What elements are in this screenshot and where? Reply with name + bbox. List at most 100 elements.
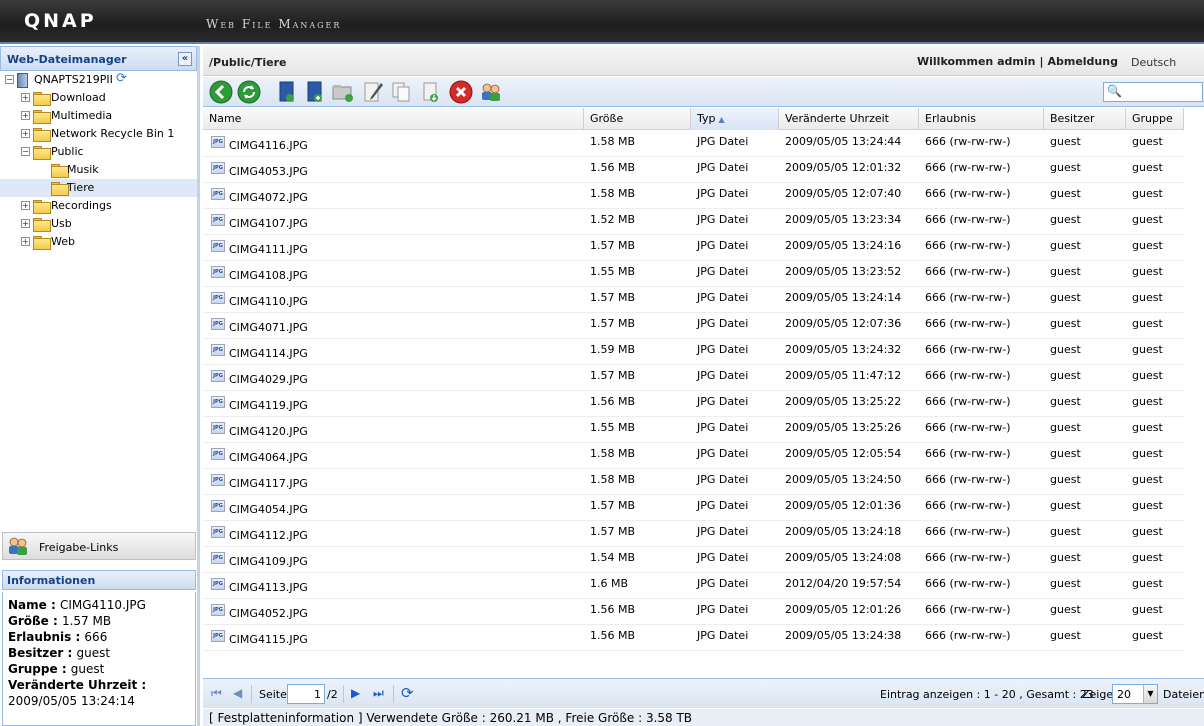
table-row[interactable]: JPG CIMG4113.JPG 1.6 MB JPG Datei 2012/04/20… bbox=[203, 573, 1184, 599]
table-row[interactable]: JPG CIMG4072.JPG 1.58 MB JPG Datei 2009/05/0… bbox=[203, 183, 1184, 209]
cell-name[interactable]: CIMG4107.JPG bbox=[229, 217, 308, 230]
expand-icon[interactable]: + bbox=[21, 111, 30, 120]
table-row[interactable]: JPG CIMG4120.JPG 1.55 MB JPG Datei 2009/05/0… bbox=[203, 417, 1184, 443]
table-row[interactable]: JPG CIMG4109.JPG 1.54 MB JPG Datei 2009/05/0… bbox=[203, 547, 1184, 573]
column-header-modified[interactable]: Veränderte Uhrzeit bbox=[779, 108, 919, 130]
next-page-icon[interactable]: ▶ bbox=[351, 686, 360, 700]
new-folder-icon[interactable] bbox=[331, 80, 355, 104]
language-selector[interactable]: Deutsch bbox=[1131, 56, 1176, 69]
cell-name[interactable]: CIMG4054.JPG bbox=[229, 503, 308, 516]
cell-group: guest bbox=[1132, 525, 1163, 538]
refresh-icon[interactable] bbox=[237, 80, 261, 104]
rename-icon[interactable] bbox=[361, 80, 385, 104]
delete-icon[interactable] bbox=[449, 80, 473, 104]
cell-name[interactable]: CIMG4052.JPG bbox=[229, 607, 308, 620]
cell-name[interactable]: CIMG4112.JPG bbox=[229, 529, 308, 542]
table-row[interactable]: JPG CIMG4071.JPG 1.57 MB JPG Datei 2009/05/0… bbox=[203, 313, 1184, 339]
refresh-icon[interactable]: ⟳ bbox=[401, 684, 414, 702]
cell-name[interactable]: CIMG4053.JPG bbox=[229, 165, 308, 178]
table-row[interactable]: JPG CIMG4110.JPG 1.57 MB JPG Datei 2009/05/0… bbox=[203, 287, 1184, 313]
expand-icon[interactable]: + bbox=[21, 93, 30, 102]
tree-item-musik[interactable]: Musik bbox=[0, 161, 197, 179]
cell-name[interactable]: CIMG4117.JPG bbox=[229, 477, 308, 490]
table-row[interactable]: JPG CIMG4108.JPG 1.55 MB JPG Datei 2009/05/0… bbox=[203, 261, 1184, 287]
cell-name[interactable]: CIMG4071.JPG bbox=[229, 321, 308, 334]
table-row[interactable]: JPG CIMG4111.JPG 1.57 MB JPG Datei 2009/05/0… bbox=[203, 235, 1184, 261]
column-header-type[interactable]: Typ ▲ bbox=[691, 108, 779, 130]
column-header-permission[interactable]: Erlaubnis bbox=[919, 108, 1044, 130]
copy-icon[interactable] bbox=[389, 80, 413, 104]
table-row[interactable]: JPG CIMG4114.JPG 1.59 MB JPG Datei 2009/05/0… bbox=[203, 339, 1184, 365]
cell-name[interactable]: CIMG4120.JPG bbox=[229, 425, 308, 438]
cell-name[interactable]: CIMG4111.JPG bbox=[229, 243, 308, 256]
tree-item-multimedia[interactable]: + Multimedia bbox=[0, 107, 197, 125]
search-input[interactable]: 🔍 bbox=[1103, 82, 1203, 102]
expand-icon[interactable]: + bbox=[21, 201, 30, 210]
table-row[interactable]: JPG CIMG4115.JPG 1.56 MB JPG Datei 2009/05/0… bbox=[203, 625, 1184, 651]
cell-name[interactable]: CIMG4108.JPG bbox=[229, 269, 308, 282]
table-row[interactable]: JPG CIMG4116.JPG 1.58 MB JPG Datei 2009/05/0… bbox=[203, 131, 1184, 157]
cell-modified: 2012/04/20 19:57:54 bbox=[785, 577, 902, 590]
cell-name[interactable]: CIMG4115.JPG bbox=[229, 633, 308, 646]
cell-name[interactable]: CIMG4072.JPG bbox=[229, 191, 308, 204]
search-icon: 🔍 bbox=[1107, 84, 1122, 98]
tree-item-usb[interactable]: + Usb bbox=[0, 215, 197, 233]
expand-icon[interactable]: + bbox=[21, 129, 30, 138]
column-header-name[interactable]: Name bbox=[203, 108, 584, 130]
cell-name[interactable]: CIMG4109.JPG bbox=[229, 555, 308, 568]
tree-item-web[interactable]: + Web bbox=[0, 233, 197, 251]
chevron-down-icon[interactable]: ▼ bbox=[1143, 685, 1157, 703]
folder-icon bbox=[33, 128, 51, 142]
cell-name[interactable]: CIMG4064.JPG bbox=[229, 451, 308, 464]
tree-item-label: Musik bbox=[67, 163, 99, 176]
download-icon[interactable] bbox=[419, 80, 443, 104]
expand-icon[interactable]: + bbox=[21, 237, 30, 246]
page-number-input[interactable] bbox=[287, 684, 325, 704]
column-header-label: Veränderte Uhrzeit bbox=[785, 112, 889, 125]
tree-item-public[interactable]: − Public bbox=[0, 143, 197, 161]
column-header-group[interactable]: Gruppe bbox=[1126, 108, 1184, 130]
column-header-owner[interactable]: Besitzer bbox=[1044, 108, 1126, 130]
table-row[interactable]: JPG CIMG4112.JPG 1.57 MB JPG Datei 2009/05/0… bbox=[203, 521, 1184, 547]
collapse-icon[interactable]: − bbox=[21, 147, 30, 156]
table-row[interactable]: JPG CIMG4054.JPG 1.57 MB JPG Datei 2009/05/0… bbox=[203, 495, 1184, 521]
back-icon[interactable] bbox=[209, 80, 233, 104]
tree-item-download[interactable]: + Download bbox=[0, 89, 197, 107]
table-row[interactable]: JPG CIMG4053.JPG 1.56 MB JPG Datei 2009/05/0… bbox=[203, 157, 1184, 183]
column-header-size[interactable]: Größe bbox=[584, 108, 691, 130]
table-row[interactable]: JPG CIMG4029.JPG 1.57 MB JPG Datei 2009/05/0… bbox=[203, 365, 1184, 391]
share-link-icon[interactable] bbox=[479, 80, 503, 104]
table-row[interactable]: JPG CIMG4107.JPG 1.52 MB JPG Datei 2009/05/0… bbox=[203, 209, 1184, 235]
cell-owner: guest bbox=[1050, 135, 1081, 148]
server-icon bbox=[17, 73, 28, 88]
collapse-icon[interactable]: − bbox=[5, 75, 14, 84]
tree-item-recordings[interactable]: + Recordings bbox=[0, 197, 197, 215]
expand-icon[interactable]: + bbox=[21, 219, 30, 228]
table-row[interactable]: JPG CIMG4119.JPG 1.56 MB JPG Datei 2009/05/0… bbox=[203, 391, 1184, 417]
cell-name[interactable]: CIMG4114.JPG bbox=[229, 347, 308, 360]
folder-icon bbox=[33, 110, 51, 124]
share-links-button[interactable]: Freigabe-Links bbox=[2, 532, 196, 560]
cell-owner: guest bbox=[1050, 369, 1081, 382]
first-page-icon[interactable]: ⏮ bbox=[211, 686, 222, 701]
collapse-sidebar-button[interactable]: « bbox=[178, 52, 192, 66]
new-share-icon[interactable] bbox=[275, 80, 299, 104]
per-page-select[interactable]: 20 ▼ bbox=[1112, 684, 1158, 704]
tree-item-tiere[interactable]: Tiere bbox=[0, 179, 197, 197]
tree-item-network-recycle-bin-1[interactable]: + Network Recycle Bin 1 bbox=[0, 125, 197, 143]
upload-icon[interactable] bbox=[303, 80, 327, 104]
refresh-icon[interactable]: ⟳ bbox=[116, 70, 127, 88]
prev-page-icon[interactable]: ◀ bbox=[233, 686, 242, 700]
logout-link[interactable]: Abmeldung bbox=[1047, 55, 1118, 68]
table-row[interactable]: JPG CIMG4064.JPG 1.58 MB JPG Datei 2009/05/0… bbox=[203, 443, 1184, 469]
tree-root[interactable]: − QNAPTS219PII ⟳ bbox=[0, 71, 197, 89]
cell-name[interactable]: CIMG4029.JPG bbox=[229, 373, 308, 386]
table-row[interactable]: JPG CIMG4117.JPG 1.58 MB JPG Datei 2009/05/0… bbox=[203, 469, 1184, 495]
cell-name[interactable]: CIMG4113.JPG bbox=[229, 581, 308, 594]
cell-name[interactable]: CIMG4119.JPG bbox=[229, 399, 308, 412]
cell-name[interactable]: CIMG4116.JPG bbox=[229, 139, 308, 152]
cell-name[interactable]: CIMG4110.JPG bbox=[229, 295, 308, 308]
table-row[interactable]: JPG CIMG4052.JPG 1.56 MB JPG Datei 2009/05/0… bbox=[203, 599, 1184, 625]
tree-item-label: Usb bbox=[51, 217, 72, 230]
last-page-icon[interactable]: ⏭ bbox=[373, 686, 384, 701]
